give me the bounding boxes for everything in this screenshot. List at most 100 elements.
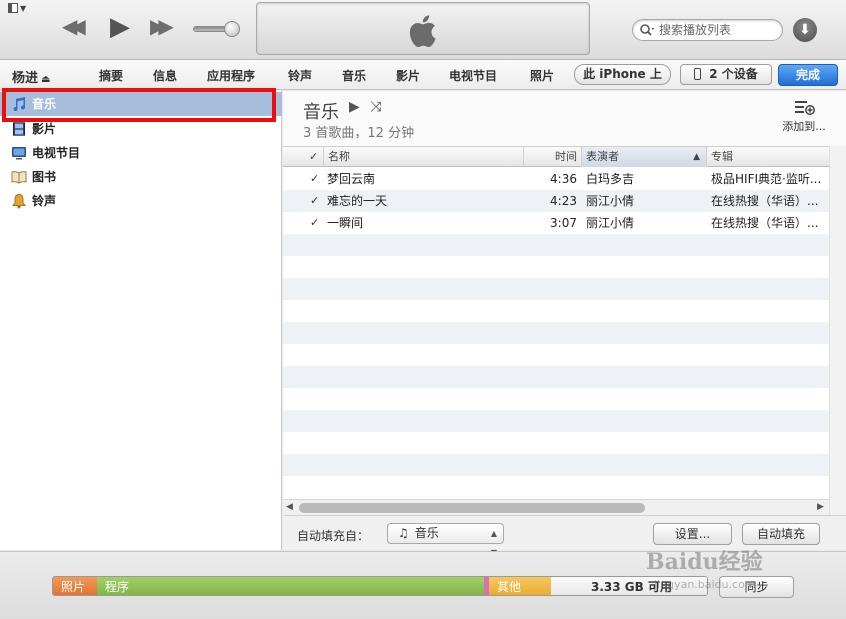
header-artist[interactable]: 表演者 ▲	[581, 147, 706, 167]
header-album[interactable]: 专辑	[706, 147, 829, 167]
window-menu-icon[interactable]: ▼	[8, 3, 36, 17]
capacity-photos: 照片	[53, 577, 97, 595]
nav-info[interactable]: 信息	[153, 67, 177, 84]
book-icon	[11, 171, 27, 184]
toolbar: ▼ ◀◀ ▶ ▶▶ ⬇	[0, 0, 846, 60]
next-track-icon[interactable]: ▶▶	[150, 14, 174, 38]
nav-ringtones[interactable]: 铃声	[288, 67, 312, 84]
shuffle-icon[interactable]: ⤨	[370, 99, 381, 115]
empty-row	[283, 454, 829, 476]
sidebar-item-label: 电视节目	[32, 146, 81, 160]
song-name: 一瞬间	[327, 216, 364, 230]
search-icon	[640, 24, 655, 36]
capacity-bar: 照片 程序 其他 3.33 GB 可用	[52, 576, 708, 596]
capacity-other: 其他	[489, 577, 551, 595]
nav-apps[interactable]: 应用程序	[207, 67, 255, 84]
previous-track-icon[interactable]: ◀◀	[62, 14, 86, 38]
capacity-footer: 照片 程序 其他 3.33 GB 可用 同步	[0, 551, 846, 619]
settings-button[interactable]: 设置...	[653, 523, 732, 545]
song-name: 梦回云南	[327, 172, 376, 186]
table-body: ✓ 梦回云南 4:36 白玛多吉 极品HIFI典范·监听... ✓ 难忘的一天 4:23 丽江小…	[283, 168, 829, 499]
empty-row	[283, 322, 829, 344]
eject-icon[interactable]: ⏏	[41, 74, 50, 85]
row-checkbox[interactable]: ✓	[310, 195, 321, 206]
apple-logo-icon	[409, 15, 436, 47]
sidebar: 音乐 影片 电视节目 图书 铃声	[0, 91, 282, 550]
add-to-list-icon	[795, 101, 815, 115]
header-check-column[interactable]: ✓	[305, 147, 323, 167]
empty-row	[283, 234, 829, 256]
done-button[interactable]: 完成	[778, 64, 838, 86]
table-header: ✓ 名称 时间 表演者▲ 专辑 风	[283, 147, 829, 167]
search-box[interactable]	[632, 19, 783, 41]
horizontal-scrollbar[interactable]: ◀ ▶	[283, 499, 829, 515]
iphone-icon	[694, 68, 702, 80]
scroll-left-icon[interactable]: ◀	[286, 502, 293, 512]
title-controls: ▶ ⤨	[349, 99, 381, 115]
add-to-button[interactable]: 添加到...	[779, 99, 829, 134]
vertical-scrollbar[interactable]	[829, 146, 846, 515]
add-to-label: 添加到...	[782, 120, 826, 133]
nav-tv-shows[interactable]: 电视节目	[449, 67, 497, 84]
sidebar-item-label: 音乐	[32, 97, 57, 111]
header-time[interactable]: 时间	[523, 147, 581, 167]
song-artist: 白玛多吉	[586, 172, 635, 186]
sidebar-item-books[interactable]: 图书	[0, 165, 282, 189]
sidebar-item-movies[interactable]: 影片	[0, 117, 282, 141]
header-name[interactable]: 名称	[323, 147, 523, 167]
autofill-label: 自动填充自：	[297, 529, 370, 543]
play-icon[interactable]: ▶	[349, 99, 360, 115]
empty-row	[283, 300, 829, 322]
device-nav-bar: 杨进 ⏏ 摘要 信息 应用程序 铃声 音乐 影片 电视节目 照片 此 iPhone…	[0, 60, 846, 90]
sync-button[interactable]: 同步	[719, 576, 794, 598]
music-note-icon	[13, 97, 26, 112]
nav-movies[interactable]: 影片	[396, 67, 420, 84]
autofill-bar: 自动填充自： ♫音乐 ▲▼ 设置... 自动填充	[283, 515, 846, 557]
film-icon	[13, 122, 25, 136]
empty-row	[283, 410, 829, 432]
scroll-right-icon[interactable]: ▶	[817, 502, 824, 512]
empty-row	[283, 278, 829, 300]
volume-knob[interactable]	[224, 21, 240, 37]
autofill-source-select[interactable]: ♫音乐 ▲▼	[387, 523, 504, 557]
empty-row	[283, 344, 829, 366]
play-icon[interactable]: ▶	[110, 12, 130, 42]
bell-icon	[11, 193, 27, 209]
song-name: 难忘的一天	[327, 194, 388, 208]
scrollbar-thumb[interactable]	[299, 503, 645, 513]
song-album: 在线热搜（华语）...	[711, 194, 819, 208]
nav-summary[interactable]: 摘要	[99, 67, 123, 84]
now-playing-display	[256, 2, 590, 55]
autofill-source-value: 音乐	[414, 526, 439, 540]
sidebar-item-music[interactable]: 音乐	[0, 92, 282, 116]
download-icon[interactable]: ⬇	[793, 18, 817, 42]
sidebar-item-label: 图书	[32, 170, 57, 184]
song-count: 3 首歌曲，12 分钟	[303, 126, 415, 141]
autofill-button[interactable]: 自动填充	[742, 523, 820, 545]
devices-button[interactable]: 2 个设备	[680, 64, 772, 85]
tv-icon	[12, 147, 26, 160]
table-row[interactable]: ✓ 难忘的一天 4:23 丽江小倩 在线热搜（华语）...	[283, 190, 829, 212]
sidebar-item-tv-shows[interactable]: 电视节目	[0, 141, 282, 165]
device-name-label: 杨进	[12, 71, 39, 86]
song-table: ✓ 名称 时间 表演者▲ 专辑 风 ✓梦回云南4:36白玛多吉极品HIFI典范·…	[283, 146, 829, 499]
nav-photos[interactable]: 照片	[530, 67, 554, 84]
on-this-iphone-button[interactable]: 此 iPhone 上	[574, 64, 671, 85]
sidebar-item-label: 铃声	[32, 194, 57, 208]
sidebar-item-label: 影片	[32, 122, 57, 136]
sidebar-item-ringtones[interactable]: 铃声	[0, 189, 282, 213]
page-title: 音乐	[303, 102, 339, 123]
search-input[interactable]	[659, 22, 777, 38]
row-checkbox[interactable]: ✓	[310, 217, 321, 228]
nav-music[interactable]: 音乐	[342, 67, 366, 84]
table-row[interactable]: ✓ 一瞬间 3:07 丽江小倩 在线热搜（华语）...	[283, 212, 829, 234]
table-row[interactable]: ✓ 梦回云南 4:36 白玛多吉 极品HIFI典范·监听...	[283, 168, 829, 190]
empty-row	[283, 432, 829, 454]
volume-slider[interactable]	[193, 21, 240, 37]
song-time: 4:36	[550, 172, 577, 186]
row-checkbox[interactable]: ✓	[310, 173, 321, 184]
empty-row	[283, 366, 829, 388]
device-name[interactable]: 杨进 ⏏	[12, 67, 50, 86]
header-artist-label: 表演者	[586, 150, 619, 163]
capacity-free: 3.33 GB 可用	[551, 577, 707, 595]
